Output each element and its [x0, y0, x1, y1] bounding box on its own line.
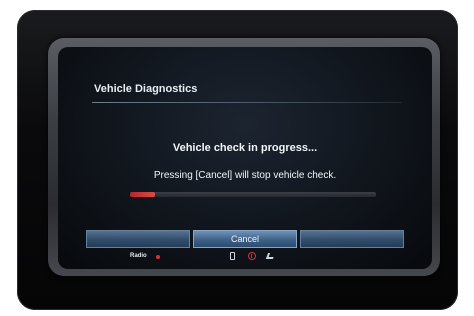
status-icons — [228, 251, 276, 261]
alert-icon — [247, 251, 257, 261]
cancel-button[interactable]: Cancel — [193, 230, 297, 248]
radio-indicator-icon — [156, 255, 160, 259]
softkey-right-button[interactable] — [300, 230, 404, 248]
status-bar: Radio — [82, 250, 408, 264]
page-title: Vehicle Diagnostics — [94, 83, 198, 95]
phone-icon — [228, 251, 238, 261]
title-divider — [92, 102, 402, 103]
progress-bar-fill — [130, 192, 155, 197]
cancel-hint-message: Pressing [Cancel] will stop vehicle chec… — [153, 170, 337, 181]
softkey-bar: Cancel — [86, 230, 404, 248]
infotainment-screen: Vehicle Diagnostics Vehicle check in pro… — [58, 47, 432, 269]
radio-source-label: Radio — [130, 253, 147, 259]
softkey-left-button[interactable] — [86, 230, 190, 248]
signal-icon — [266, 251, 276, 261]
progress-bar — [130, 192, 376, 197]
status-message: Vehicle check in progress... — [172, 142, 318, 154]
